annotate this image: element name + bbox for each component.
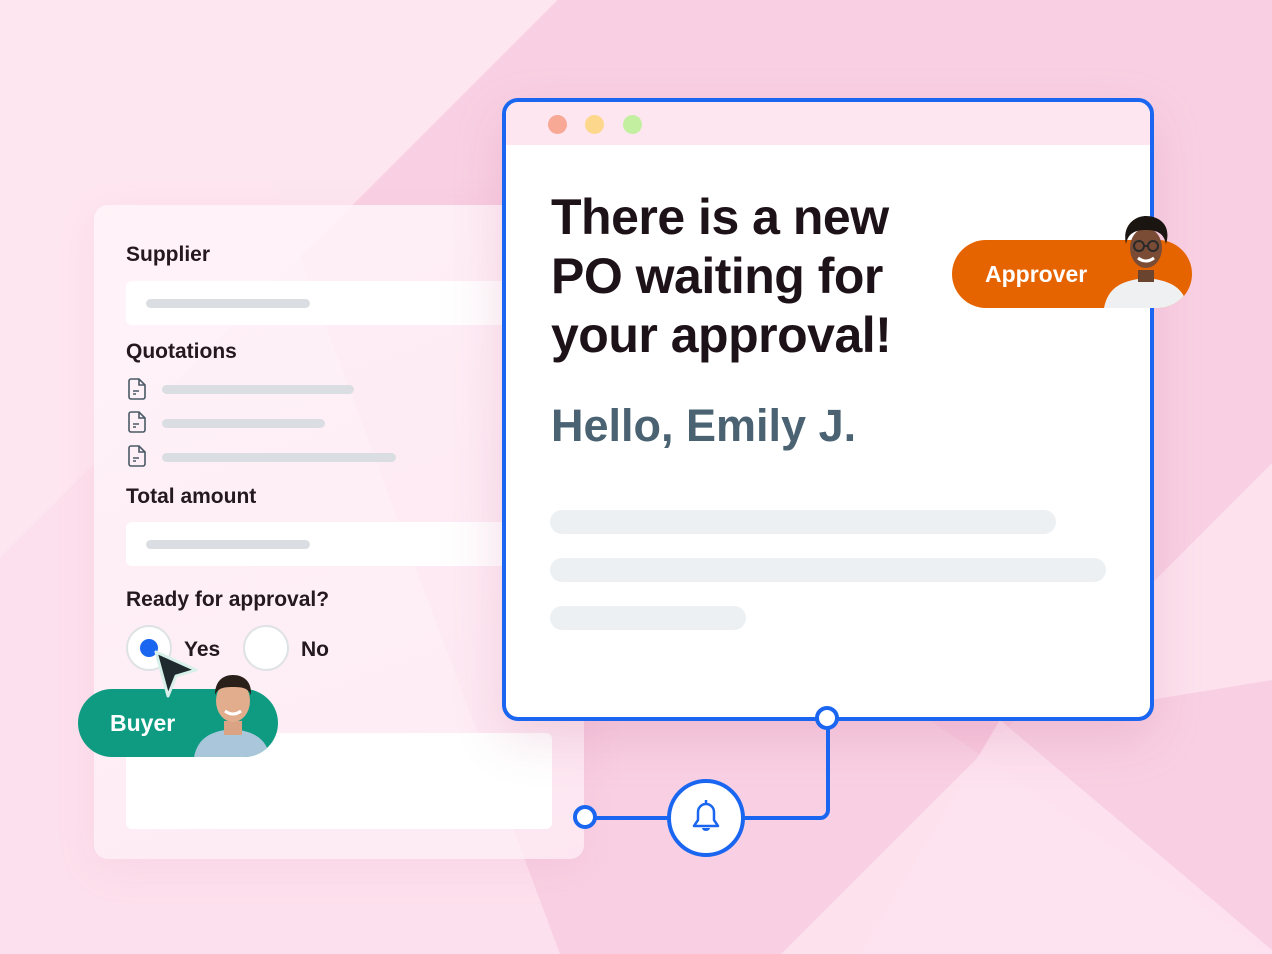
bell-button [667, 779, 745, 857]
connector-node-left [573, 805, 597, 829]
workflow-connector [573, 706, 839, 857]
connector-node-top [815, 706, 839, 730]
